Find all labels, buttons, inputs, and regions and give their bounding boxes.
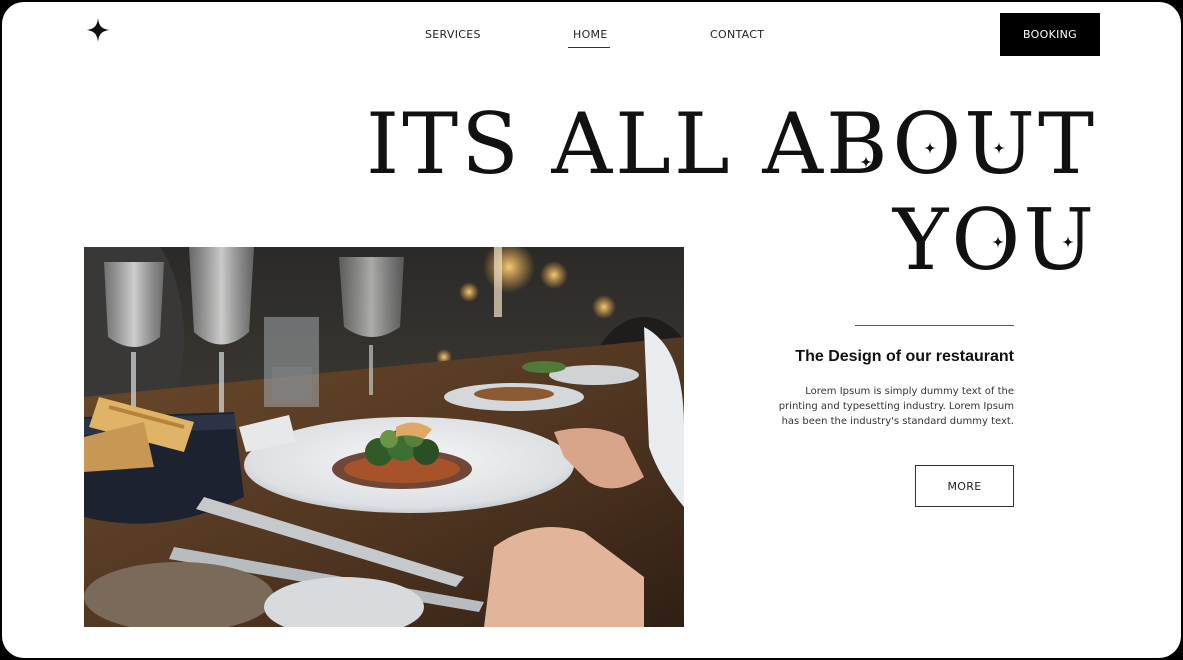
nav-services[interactable]: SERVICES	[425, 28, 481, 41]
hero-title-line-1: ITS ALL ABOUT	[365, 95, 1097, 193]
more-button[interactable]: MORE	[915, 465, 1014, 507]
sparkle-icon	[924, 142, 936, 154]
sparkle-icon	[860, 156, 872, 168]
restaurant-table-image	[84, 247, 684, 627]
section-description: Lorem Ipsum is simply dummy text of the …	[778, 386, 1014, 427]
sparkle-icon	[992, 236, 1004, 248]
sparkle-icon	[993, 142, 1005, 154]
booking-button[interactable]: BOOKING	[1000, 13, 1100, 56]
nav-active-underline	[568, 47, 610, 48]
page: SERVICES HOME CONTACT BOOKING ITS ALL AB…	[2, 2, 1181, 658]
section-title: The Design of our restaurant	[795, 348, 1014, 365]
restaurant-photo	[84, 247, 684, 627]
section-divider	[855, 325, 1014, 326]
nav-home[interactable]: HOME	[573, 28, 608, 41]
nav-contact[interactable]: CONTACT	[710, 28, 764, 41]
sparkle-icon	[1062, 236, 1074, 248]
four-point-star-icon[interactable]	[86, 18, 110, 42]
